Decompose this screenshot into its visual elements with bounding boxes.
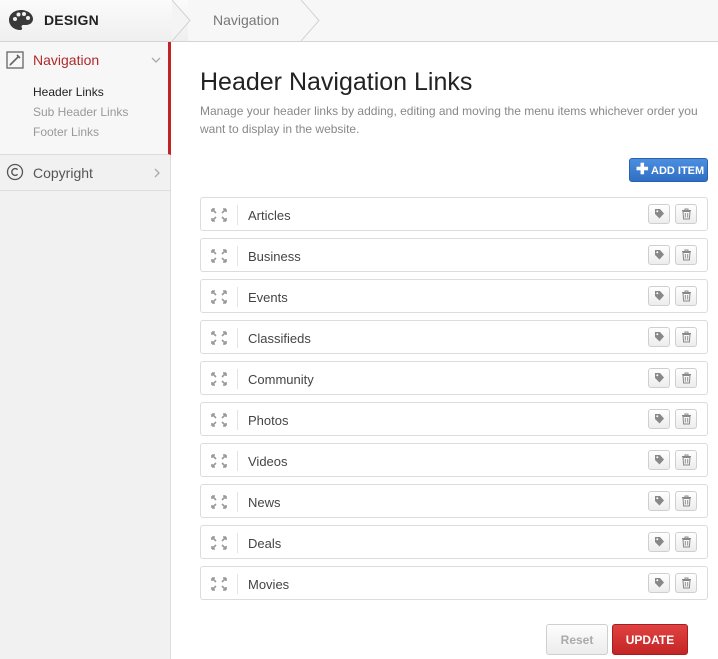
chevron-right-icon bbox=[154, 168, 160, 178]
drag-handle-icon[interactable] bbox=[210, 576, 228, 592]
trash-icon[interactable] bbox=[675, 450, 697, 470]
trash-icon[interactable] bbox=[675, 245, 697, 265]
page-description: Manage your header links by adding, edit… bbox=[200, 104, 698, 136]
link-row[interactable]: Deals bbox=[200, 525, 708, 559]
divider bbox=[237, 492, 238, 512]
tag-icon[interactable] bbox=[648, 245, 670, 265]
page-title: Header Navigation Links bbox=[200, 68, 473, 96]
drag-handle-icon[interactable] bbox=[210, 289, 228, 305]
sidebar-subitem-sub-header-links[interactable]: Sub Header Links bbox=[33, 105, 128, 119]
link-label: Photos bbox=[248, 413, 289, 428]
link-label: Classifieds bbox=[248, 331, 311, 346]
trash-icon[interactable] bbox=[675, 532, 697, 552]
divider bbox=[237, 533, 238, 553]
divider bbox=[237, 451, 238, 471]
sidebar-item-navigation[interactable]: Navigation bbox=[33, 52, 99, 68]
link-label: Business bbox=[248, 249, 301, 264]
drag-handle-icon[interactable] bbox=[210, 207, 228, 223]
trash-icon[interactable] bbox=[675, 368, 697, 388]
breadcrumb-navigation[interactable]: Navigation bbox=[213, 12, 279, 28]
trash-icon[interactable] bbox=[675, 204, 697, 224]
divider bbox=[237, 574, 238, 594]
tag-icon[interactable] bbox=[648, 368, 670, 388]
link-row[interactable]: Business bbox=[200, 238, 708, 272]
sidebar-item-copyright[interactable]: Copyright bbox=[0, 155, 170, 191]
drag-handle-icon[interactable] bbox=[210, 453, 228, 469]
link-row[interactable]: Movies bbox=[200, 566, 708, 600]
add-item-button[interactable]: ✚ ADD ITEM bbox=[629, 158, 708, 182]
drag-handle-icon[interactable] bbox=[210, 494, 228, 510]
chevron-down-icon[interactable] bbox=[151, 55, 161, 65]
link-label: Movies bbox=[248, 577, 290, 592]
tag-icon[interactable] bbox=[648, 327, 670, 347]
links-list: Articles Business Events Classifieds Communi… bbox=[200, 197, 708, 607]
trash-icon[interactable] bbox=[675, 409, 697, 429]
palette-icon bbox=[9, 10, 33, 30]
divider bbox=[237, 328, 238, 348]
link-row[interactable]: Events bbox=[200, 279, 708, 313]
trash-icon[interactable] bbox=[675, 573, 697, 593]
divider bbox=[237, 410, 238, 430]
link-row[interactable]: Classifieds bbox=[200, 320, 708, 354]
tag-icon[interactable] bbox=[648, 491, 670, 511]
plus-icon: ✚ bbox=[636, 161, 649, 178]
update-button[interactable]: UPDATE bbox=[612, 624, 688, 655]
tag-icon[interactable] bbox=[648, 532, 670, 552]
divider bbox=[237, 205, 238, 225]
link-label: News bbox=[248, 495, 281, 510]
link-label: Events bbox=[248, 290, 288, 305]
sidebar-subitem-footer-links[interactable]: Footer Links bbox=[33, 125, 99, 139]
divider bbox=[237, 287, 238, 307]
link-label: Community bbox=[248, 372, 314, 387]
tag-icon[interactable] bbox=[648, 450, 670, 470]
divider bbox=[237, 246, 238, 266]
trash-icon[interactable] bbox=[675, 491, 697, 511]
tag-icon[interactable] bbox=[648, 286, 670, 306]
link-label: Articles bbox=[248, 208, 291, 223]
link-row[interactable]: Videos bbox=[200, 443, 708, 477]
brand[interactable]: DESIGN bbox=[0, 0, 188, 41]
tag-icon[interactable] bbox=[648, 204, 670, 224]
brush-icon bbox=[6, 51, 24, 69]
drag-handle-icon[interactable] bbox=[210, 535, 228, 551]
tag-icon[interactable] bbox=[648, 573, 670, 593]
link-row[interactable]: Community bbox=[200, 361, 708, 395]
breadcrumb-separator-icon bbox=[301, 0, 320, 41]
link-label: Videos bbox=[248, 454, 288, 469]
add-item-label: ADD ITEM bbox=[651, 165, 705, 177]
breadcrumb-separator-icon bbox=[172, 0, 191, 41]
brand-title: DESIGN bbox=[44, 12, 99, 28]
drag-handle-icon[interactable] bbox=[210, 371, 228, 387]
trash-icon[interactable] bbox=[675, 327, 697, 347]
divider bbox=[237, 369, 238, 389]
link-row[interactable]: News bbox=[200, 484, 708, 518]
trash-icon[interactable] bbox=[675, 286, 697, 306]
link-row[interactable]: Photos bbox=[200, 402, 708, 436]
sidebar-section-navigation: Navigation Header Links Sub Header Links… bbox=[0, 42, 171, 155]
drag-handle-icon[interactable] bbox=[210, 248, 228, 264]
link-row[interactable]: Articles bbox=[200, 197, 708, 231]
copyright-icon bbox=[6, 163, 24, 181]
drag-handle-icon[interactable] bbox=[210, 412, 228, 428]
sidebar: Navigation Header Links Sub Header Links… bbox=[0, 42, 171, 659]
reset-button[interactable]: Reset bbox=[546, 624, 608, 655]
tag-icon[interactable] bbox=[648, 409, 670, 429]
sidebar-item-label: Copyright bbox=[33, 165, 93, 181]
top-bar: DESIGN Navigation bbox=[0, 0, 718, 42]
link-label: Deals bbox=[248, 536, 282, 551]
sidebar-subitem-header-links[interactable]: Header Links bbox=[33, 85, 104, 99]
drag-handle-icon[interactable] bbox=[210, 330, 228, 346]
